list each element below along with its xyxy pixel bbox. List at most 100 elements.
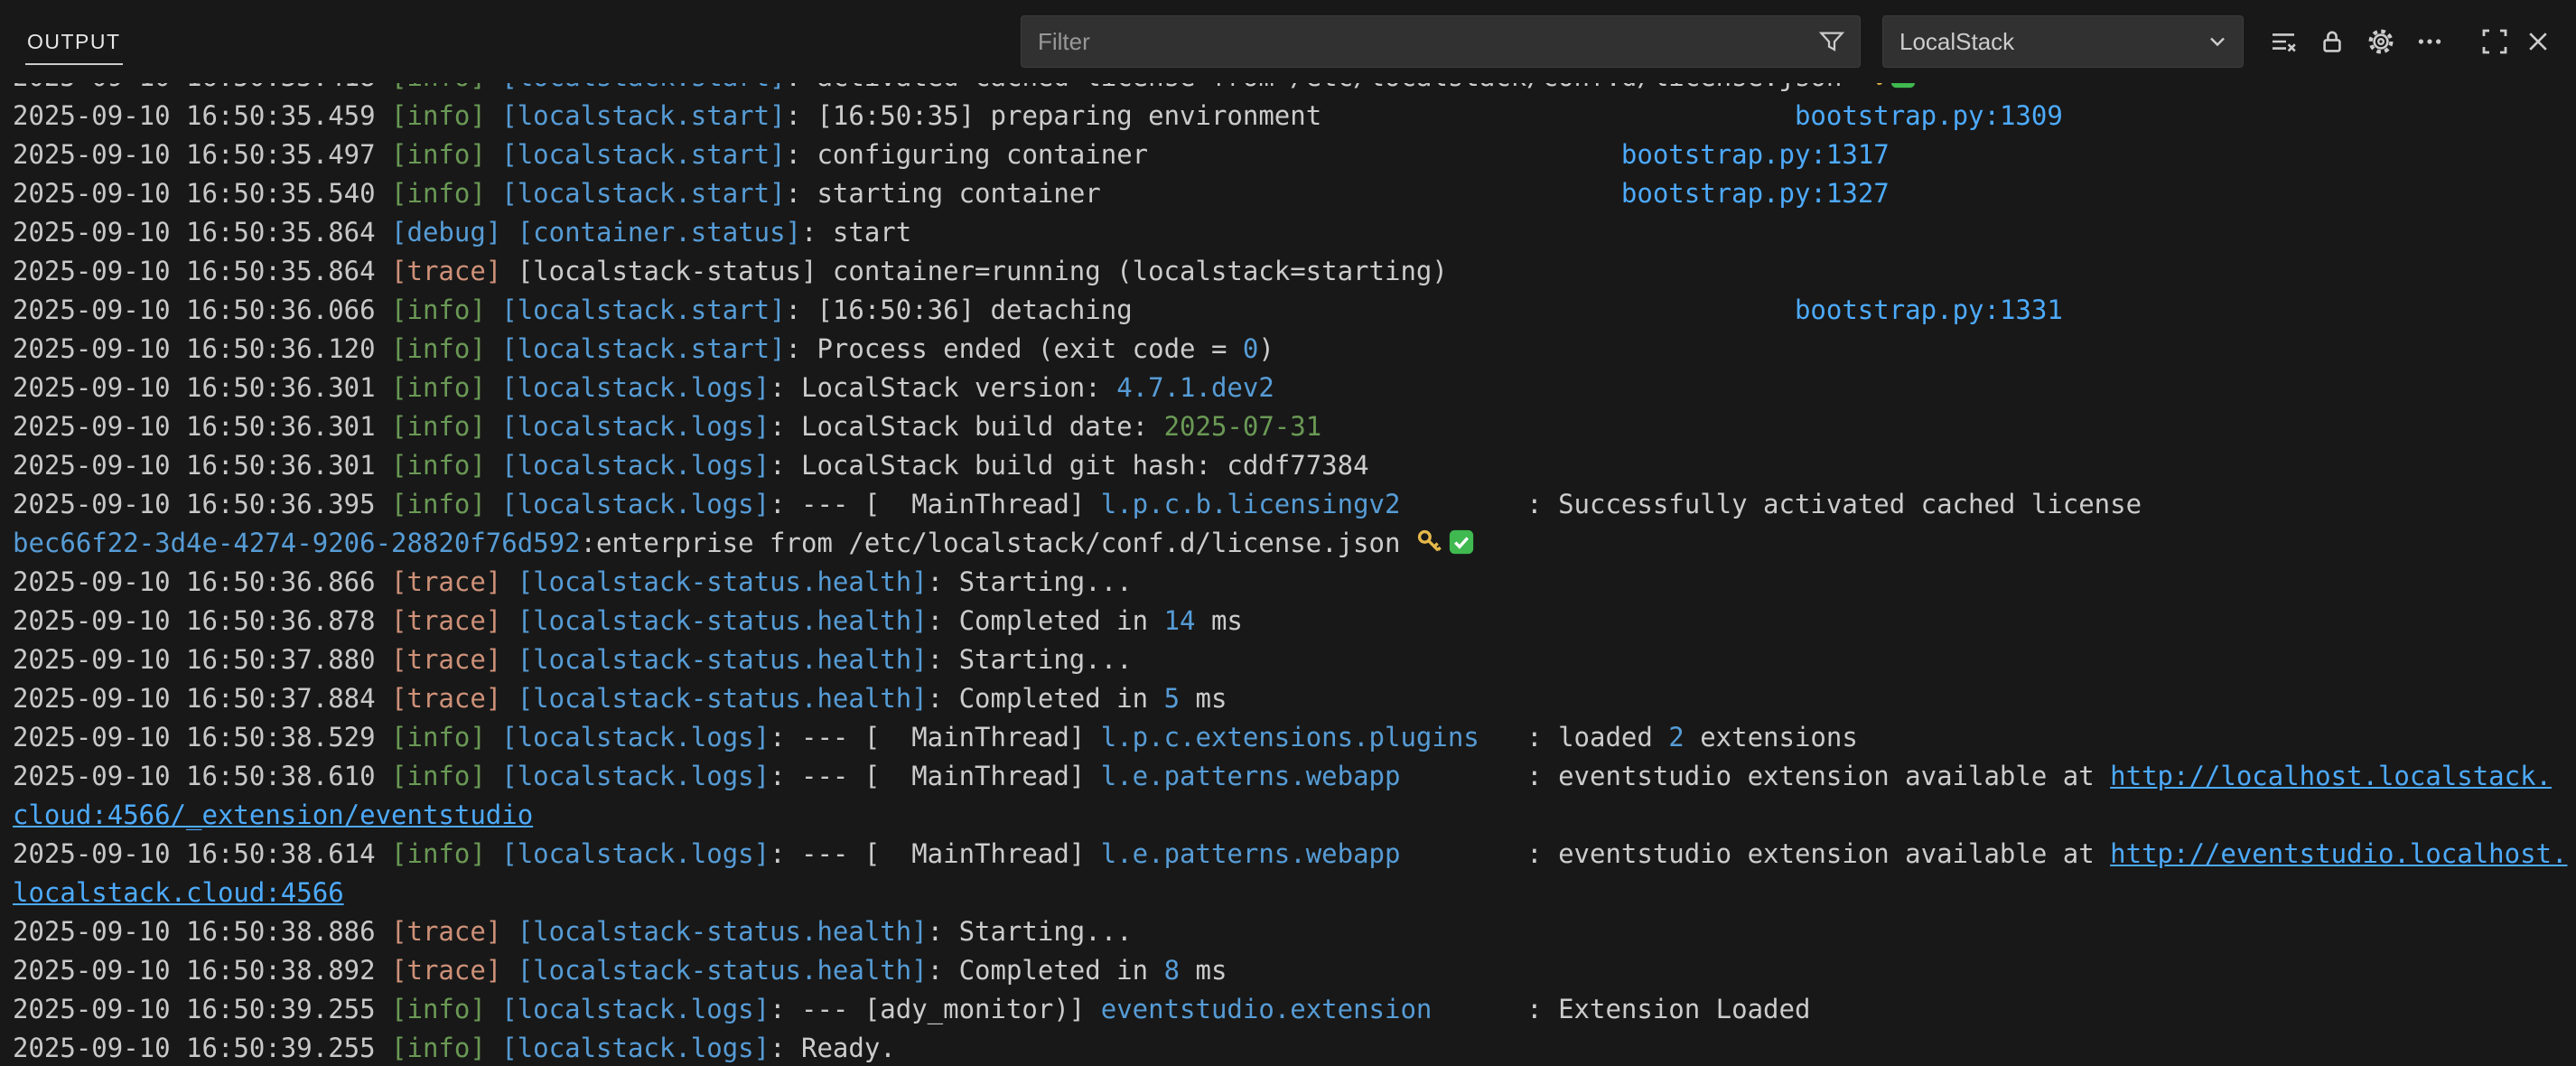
log-line: 2025-09-10 16:50:36.301 [info] [localsta… [13, 407, 2567, 446]
tab-output[interactable]: OUTPUT [25, 19, 123, 65]
log-line: 2025-09-10 16:50:35.418 [info] [localsta… [13, 83, 2567, 97]
clear-all-icon [2269, 27, 2298, 56]
check-emoji-icon [1890, 83, 1917, 89]
log-line: 2025-09-10 16:50:39.255 [info] [localsta… [13, 990, 2567, 1029]
log-text: : --- [ MainThread] [770, 761, 1101, 791]
log-text [486, 838, 501, 869]
log-text: 2025-09-10 16:50:38.892 [13, 955, 391, 986]
log-line: cloud:4566/_extension/eventstudio [13, 796, 2567, 835]
log-text: [info] [391, 489, 486, 519]
gear-icon [2366, 27, 2395, 56]
log-text: : Ready. [770, 1033, 896, 1063]
log-text: [trace] [391, 683, 501, 714]
log-text: [localstack-status] container=running (l… [501, 256, 1448, 286]
log-text: [localstack-status.health] [518, 955, 928, 986]
log-text: 2025-09-10 16:50:36.866 [13, 566, 391, 597]
log-text: : --- [ MainThread] [770, 722, 1101, 753]
log-text: 2025-09-10 16:50:35.497 [13, 139, 391, 170]
log-text: : activated cached license from /etc/loc… [786, 83, 1858, 92]
log-padding [1133, 295, 1795, 325]
source-file-link[interactable]: bootstrap.py:1309 [1795, 100, 2063, 131]
log-text [486, 489, 501, 519]
log-padding [1148, 139, 1621, 170]
source-file-link[interactable]: bootstrap.py:1317 [1621, 139, 1890, 170]
log-text: : loaded [1479, 722, 1669, 753]
log-text: 2025-09-10 16:50:38.610 [13, 761, 391, 791]
source-file-link[interactable]: bootstrap.py:1331 [1795, 295, 2063, 325]
log-text: [localstack-status.health] [518, 916, 928, 947]
log-text: l.p.c.extensions.plugins [1101, 722, 1479, 753]
source-file-link[interactable]: bootstrap.py:1327 [1621, 178, 1890, 209]
log-text: [info] [391, 994, 486, 1024]
log-text: 8 [1164, 955, 1180, 986]
settings-button[interactable] [2359, 20, 2403, 63]
log-text: [trace] [391, 256, 501, 286]
log-line: 2025-09-10 16:50:35.864 [debug] [contain… [13, 213, 2567, 252]
log-line: localstack.cloud:4566 [13, 874, 2567, 912]
log-text: : Starting... [928, 566, 1133, 597]
log-text: ms [1196, 605, 1243, 636]
log-text: ms [1180, 683, 1227, 714]
log-text [486, 994, 501, 1024]
log-text: : [16:50:35] preparing environment [786, 100, 1322, 131]
log-text [501, 955, 517, 986]
log-text: [info] [391, 761, 486, 791]
log-link[interactable]: http://eventstudio.localhost. [2110, 838, 2567, 869]
log-line: 2025-09-10 16:50:38.892 [trace] [localst… [13, 951, 2567, 990]
log-text: 2025-09-10 16:50:36.301 [13, 450, 391, 481]
maximize-panel-button[interactable] [2473, 20, 2516, 63]
key-emoji-icon [1858, 83, 1885, 89]
filter-icon[interactable] [1818, 28, 1845, 55]
log-text: [localstack.start] [501, 100, 785, 131]
log-text: : Completed in [928, 955, 1164, 986]
log-text: 2025-09-10 16:50:36.395 [13, 489, 391, 519]
log-text: [localstack-status.health] [518, 566, 928, 597]
log-text [486, 178, 501, 209]
log-text: l.e.patterns.webapp [1101, 761, 1401, 791]
log-text: 2025-09-10 16:50:36.301 [13, 372, 391, 403]
log-text: 2025-09-10 16:50:37.884 [13, 683, 391, 714]
log-text: 2025-09-10 16:50:38.886 [13, 916, 391, 947]
filter-input[interactable] [1022, 28, 1818, 56]
log-text: : --- [ MainThread] [770, 489, 1101, 519]
clear-output-button[interactable] [2262, 20, 2305, 63]
log-text: [localstack.start] [501, 83, 785, 92]
log-text: [trace] [391, 955, 501, 986]
log-text [486, 761, 501, 791]
log-text: : --- [ MainThread] [770, 838, 1101, 869]
log-text [486, 372, 501, 403]
log-text [486, 100, 501, 131]
log-text: [info] [391, 139, 486, 170]
log-line: 2025-09-10 16:50:37.884 [trace] [localst… [13, 679, 2567, 718]
log-text: 0 [1243, 333, 1258, 364]
log-line: 2025-09-10 16:50:36.066 [info] [localsta… [13, 291, 2567, 330]
close-icon [2524, 27, 2553, 56]
log-text: 2025-09-10 16:50:38.614 [13, 838, 391, 869]
ellipsis-icon [2415, 27, 2444, 56]
log-text: [info] [391, 83, 486, 92]
log-text [501, 217, 517, 248]
chevron-down-icon [2205, 29, 2230, 54]
close-panel-button[interactable] [2516, 20, 2560, 63]
log-text: [info] [391, 838, 486, 869]
log-text: ms [1180, 955, 1227, 986]
log-text: 2025-09-10 16:50:35.864 [13, 217, 391, 248]
channel-select[interactable]: LocalStack [1882, 15, 2244, 68]
log-text: [info] [391, 178, 486, 209]
more-actions-button[interactable] [2408, 20, 2451, 63]
log-line: 2025-09-10 16:50:35.540 [info] [localsta… [13, 174, 2567, 213]
log-text: 2025-09-10 16:50:39.255 [13, 994, 391, 1024]
filter-box [1021, 15, 1861, 68]
log-link[interactable]: localstack.cloud:4566 [13, 877, 344, 908]
log-text [501, 605, 517, 636]
log-text: [localstack-status.health] [518, 644, 928, 675]
log-text: ) [1258, 333, 1274, 364]
log-line: 2025-09-10 16:50:38.614 [info] [localsta… [13, 835, 2567, 874]
log-text [486, 333, 501, 364]
log-text: 14 [1164, 605, 1196, 636]
log-link[interactable]: cloud:4566/_extension/eventstudio [13, 800, 533, 830]
log-text: [info] [391, 333, 486, 364]
log-link[interactable]: http://localhost.localstack. [2110, 761, 2552, 791]
screen-full-icon [2480, 27, 2509, 56]
auto-scroll-lock-button[interactable] [2310, 20, 2354, 63]
